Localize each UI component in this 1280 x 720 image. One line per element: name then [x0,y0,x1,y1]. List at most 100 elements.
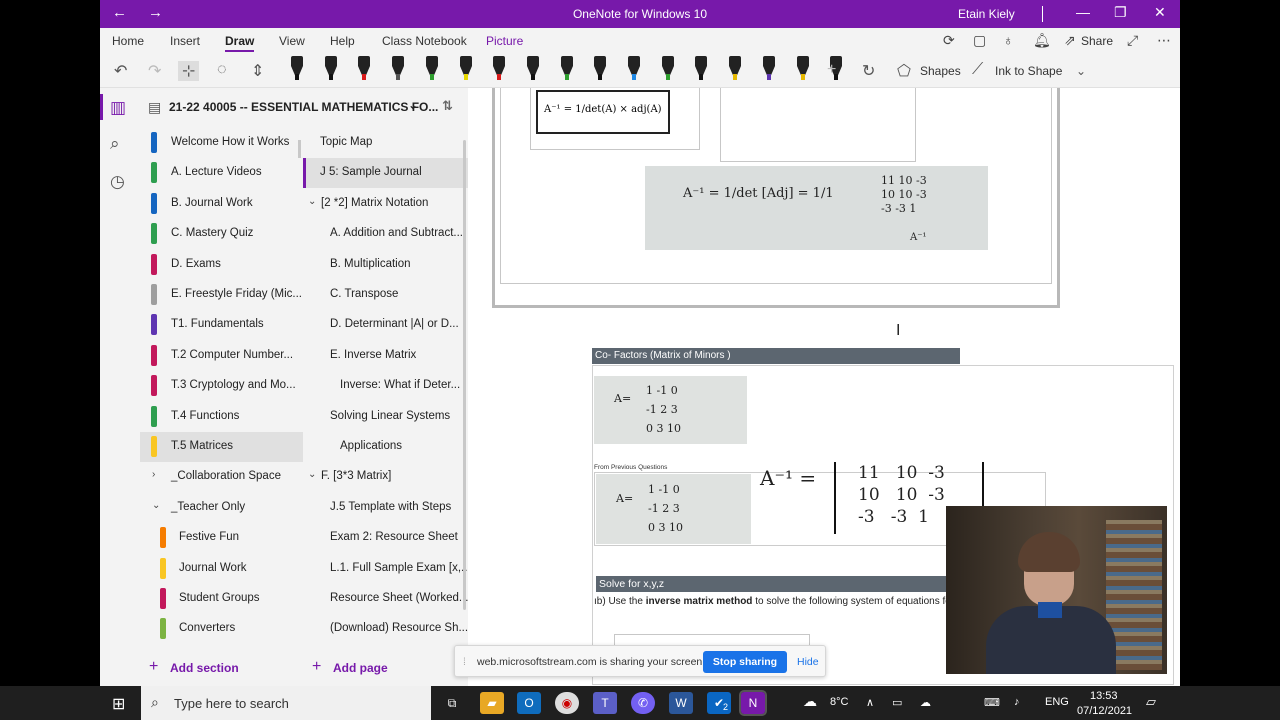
lasso-icon[interactable]: ◌ [217,61,227,79]
lightbulb-icon[interactable]: ♁ [1003,32,1014,48]
close-button[interactable]: ✕ [1154,4,1166,21]
undo-icon[interactable]: ↶ [114,61,127,81]
page-view-icon[interactable]: ▢ [973,32,986,49]
task-view-icon[interactable]: ⧉ [440,692,464,714]
sort-icon[interactable]: ⇅ [442,98,453,114]
chevron-down-icon[interactable]: ⌄ [152,500,160,511]
section-item[interactable]: Journal Work [140,554,303,584]
teams-icon[interactable]: T [593,692,617,714]
page-item[interactable]: D. Determinant |A| or D... [303,310,468,340]
section-item[interactable]: C. Mastery Quiz [140,219,303,249]
add-section-button[interactable]: Add section [170,661,239,675]
tab-insert[interactable]: Insert [170,34,200,48]
chevron-down-icon[interactable]: ⌄ [408,98,418,112]
user-name[interactable]: Etain Kiely [958,7,1015,21]
pen-16[interactable] [796,56,810,84]
stop-sharing-button[interactable]: Stop sharing [703,651,787,673]
page-item[interactable]: ⌄ [2 *2] Matrix Notation [303,189,468,219]
chevron-up-icon[interactable]: ∧ [866,696,874,709]
hide-button[interactable]: Hide [797,656,819,668]
shapes-button[interactable]: Shapes [920,64,961,78]
page-item[interactable]: L.1. Full Sample Exam [x,... [303,554,468,584]
onedrive-icon[interactable]: ☁ [920,696,931,709]
section-item[interactable]: Student Groups [140,584,303,614]
section-item[interactable]: Converters [140,614,303,644]
pen-2[interactable] [324,56,338,84]
taskbar-search[interactable]: ⌕ Type here to search [141,686,431,720]
pen-12[interactable] [661,56,675,84]
pen-1[interactable] [290,56,304,84]
tab-help[interactable]: Help [330,34,355,48]
tab-view[interactable]: View [279,34,305,48]
section-group[interactable]: ⌄ _Teacher Only [140,493,303,523]
insert-space-icon[interactable]: ⇕ [251,61,264,81]
tab-draw[interactable]: Draw [225,34,255,52]
section-item[interactable]: B. Journal Work [140,189,303,219]
tray-monitor-icon[interactable]: ▭ [892,696,902,709]
windows-start-icon[interactable]: ⊞ [112,694,125,714]
pen-3[interactable] [357,56,371,84]
fullscreen-icon[interactable]: ⤢ [1127,32,1138,49]
pen-10[interactable] [593,56,607,84]
section-item[interactable]: T.5 Matrices [140,432,303,462]
bell-icon[interactable]: 🔔︎ [1033,32,1051,49]
restore-button[interactable]: ❐ [1114,4,1127,21]
page-item[interactable]: Topic Map [303,128,468,158]
pen-13[interactable] [694,56,708,84]
page-item[interactable]: Applications [303,432,468,462]
section-item[interactable]: D. Exams [140,250,303,280]
clock-date[interactable]: 07/12/2021 [1077,705,1132,717]
page-scrollbar[interactable] [463,140,466,610]
tab-picture[interactable]: Picture [486,34,523,48]
ink-replay-icon[interactable]: ↻ [862,61,875,81]
page-item[interactable]: J 5: Sample Journal [303,158,468,189]
outlook-icon[interactable]: O [517,692,541,714]
section-item[interactable]: E. Freestyle Friday (Mic... [140,280,303,310]
shapes-icon[interactable]: ⬠ [897,61,911,81]
section-scrollbar[interactable] [298,140,301,158]
notification-icon[interactable]: ▱ [1146,694,1156,710]
pen-6[interactable] [459,56,473,84]
viber-icon[interactable]: ✆ [631,692,655,714]
pen-15[interactable] [762,56,776,84]
drag-handle-icon[interactable]: ⁞ [463,656,466,668]
page-item[interactable]: (Download) Resource Sh... [303,614,468,644]
page-item[interactable]: Inverse: What if Deter... [303,371,468,401]
page-item[interactable]: E. Inverse Matrix [303,341,468,371]
section-item[interactable]: T.3 Cryptology and Mo... [140,371,303,401]
page-item[interactable]: A. Addition and Subtract... [303,219,468,249]
word-icon[interactable]: W [669,692,693,714]
notebook-header[interactable]: ▤ 21-22 40005 -- ESSENTIAL MATHEMATICS F… [140,88,468,128]
search-icon[interactable]: ⌕ [110,134,120,154]
page-item[interactable]: J.5 Template with Steps [303,493,468,523]
section-item[interactable]: Festive Fun [140,523,303,553]
add-page-button[interactable]: Add page [333,661,388,675]
pen-8[interactable] [526,56,540,84]
notebooks-icon[interactable]: ▥ [110,98,126,118]
weather-temp[interactable]: 8°C [830,696,848,708]
section-item[interactable]: T1. Fundamentals [140,310,303,340]
chevron-down-icon[interactable]: ⌄ [308,469,316,480]
notebook-name[interactable]: 21-22 40005 -- ESSENTIAL MATHEMATICS FO.… [169,100,438,114]
pen-9[interactable] [560,56,574,84]
lasso-select-icon[interactable]: ⊹ [178,61,200,81]
share-button[interactable]: Share [1081,34,1113,48]
clock-time[interactable]: 13:53 [1090,690,1118,702]
pen-11[interactable] [627,56,641,84]
page-item[interactable]: Solving Linear Systems [303,402,468,432]
section-item[interactable]: A. Lecture Videos [140,158,303,188]
page-item[interactable]: C. Transpose [303,280,468,310]
page-item[interactable]: ⌄ F. [3*3 Matrix] [303,462,468,492]
section-item[interactable]: Welcome How it Works [140,128,303,158]
section-item[interactable]: T.4 Functions [140,402,303,432]
chevron-right-icon[interactable]: › [152,469,155,480]
chrome-icon[interactable]: ◉ [555,692,579,714]
tab-home[interactable]: Home [112,34,144,48]
recent-clock-icon[interactable]: ◷ [110,172,125,192]
pen-4[interactable] [391,56,405,84]
minimize-button[interactable]: — [1076,4,1090,20]
weather-icon[interactable]: ☁ [803,693,817,710]
share-icon[interactable]: ⇗ [1064,32,1076,49]
keyboard-icon[interactable]: ⌨ [984,696,1000,709]
ink-to-shape-button[interactable]: Ink to Shape [995,64,1062,78]
